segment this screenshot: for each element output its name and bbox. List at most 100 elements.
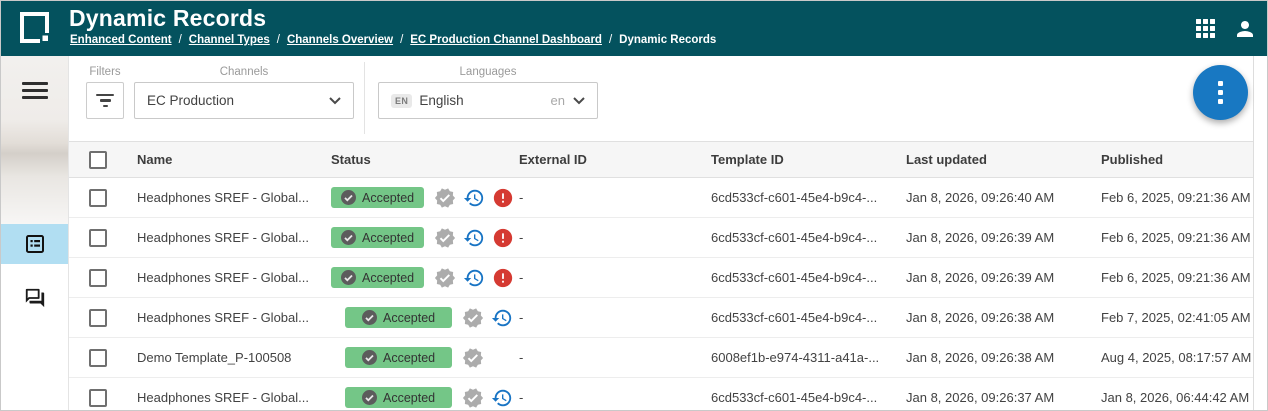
- filter-bar: Filters Channels EC Production Languages…: [69, 56, 1253, 141]
- verified-seal-icon: [434, 227, 456, 249]
- table-row: Headphones SREF - Global... Accepted: [69, 258, 1253, 298]
- status-badge: Accepted: [331, 227, 424, 248]
- filter-button[interactable]: [86, 82, 124, 119]
- user-icon[interactable]: [1233, 17, 1257, 41]
- record-name[interactable]: Headphones SREF - Global...: [137, 230, 331, 245]
- record-name[interactable]: Headphones SREF - Global...: [137, 270, 331, 285]
- verified-seal-icon: [434, 187, 456, 209]
- channels-select[interactable]: EC Production: [134, 82, 354, 119]
- status-badge: Accepted: [345, 387, 452, 408]
- status-cell: Accepted: [331, 187, 519, 209]
- language-value: English: [419, 93, 550, 108]
- chevron-down-icon: [573, 97, 585, 105]
- external-id: -: [519, 310, 711, 325]
- menu-icon[interactable]: [22, 82, 48, 99]
- breadcrumb: Enhanced Content/Channel Types/Channels …: [70, 34, 716, 46]
- check-circle-icon: [362, 350, 377, 365]
- verified-seal-icon: [434, 267, 456, 289]
- check-circle-icon: [341, 230, 356, 245]
- row-checkbox[interactable]: [89, 189, 107, 207]
- record-name[interactable]: Demo Template_P-100508: [137, 350, 331, 365]
- status-icons: [462, 347, 484, 369]
- published: Feb 7, 2025, 02:41:05 AM: [1101, 310, 1253, 325]
- template-id: 6008ef1b-e974-4311-a41a-...: [711, 350, 906, 365]
- external-id: -: [519, 390, 711, 405]
- filter-icon: [96, 94, 114, 108]
- language-badge: EN: [391, 94, 412, 108]
- alert-icon[interactable]: [492, 187, 514, 209]
- record-name[interactable]: Headphones SREF - Global...: [137, 310, 331, 325]
- record-name[interactable]: Headphones SREF - Global...: [137, 390, 331, 405]
- column-header-template-id: Template ID: [711, 152, 906, 167]
- status-icons: [434, 227, 514, 249]
- status-icons: [434, 267, 514, 289]
- row-checkbox[interactable]: [89, 269, 107, 287]
- main-content: Filters Channels EC Production Languages…: [69, 56, 1254, 410]
- sidebar-item-records[interactable]: [1, 224, 68, 264]
- last-updated: Jan 8, 2026, 09:26:39 AM: [906, 230, 1101, 245]
- row-checkbox[interactable]: [89, 229, 107, 247]
- template-id: 6cd533cf-c601-45e4-b9c4-...: [711, 190, 906, 205]
- status-cell: Accepted: [331, 307, 519, 329]
- status-cell: Accepted: [331, 347, 519, 369]
- status-cell: Accepted: [331, 267, 519, 289]
- status-cell: Accepted: [331, 387, 519, 409]
- status-badge: Accepted: [345, 347, 452, 368]
- column-header-published: Published: [1101, 152, 1253, 167]
- verified-seal-icon: [462, 347, 484, 369]
- status-label: Accepted: [383, 351, 435, 365]
- external-id: -: [519, 230, 711, 245]
- row-checkbox[interactable]: [89, 389, 107, 407]
- filter-divider: [364, 62, 365, 134]
- table-row: Headphones SREF - Global... Accepted: [69, 378, 1253, 411]
- column-header-external-id: External ID: [519, 152, 711, 167]
- status-icons: [462, 387, 513, 409]
- history-icon[interactable]: [463, 227, 485, 249]
- template-id: 6cd533cf-c601-45e4-b9c4-...: [711, 230, 906, 245]
- chat-icon: [24, 287, 46, 309]
- status-icons: [434, 187, 514, 209]
- page: Dynamic Records Enhanced Content/Channel…: [0, 0, 1268, 411]
- language-code: en: [551, 93, 565, 108]
- external-id: -: [519, 270, 711, 285]
- breadcrumb-link[interactable]: EC Production Channel Dashboard: [410, 34, 602, 46]
- history-icon[interactable]: [491, 307, 513, 329]
- records-table: Name Status External ID Template ID Last…: [69, 141, 1253, 411]
- published: Feb 6, 2025, 09:21:36 AM: [1101, 190, 1253, 205]
- chevron-down-icon: [329, 97, 341, 105]
- status-cell: Accepted: [331, 227, 519, 249]
- sidebar-item-comments[interactable]: [1, 278, 68, 318]
- apps-grid-icon[interactable]: [1196, 19, 1215, 38]
- alert-icon[interactable]: [492, 267, 514, 289]
- status-label: Accepted: [383, 391, 435, 405]
- breadcrumb-link[interactable]: Channels Overview: [287, 34, 393, 46]
- row-checkbox[interactable]: [89, 349, 107, 367]
- breadcrumb-link[interactable]: Channel Types: [189, 34, 270, 46]
- published: Feb 6, 2025, 09:21:36 AM: [1101, 270, 1253, 285]
- select-all-checkbox[interactable]: [89, 151, 107, 169]
- check-circle-icon: [341, 270, 356, 285]
- channels-value: EC Production: [147, 93, 329, 108]
- status-badge: Accepted: [331, 267, 424, 288]
- published: Jan 8, 2026, 06:44:42 AM: [1101, 390, 1253, 405]
- alert-icon[interactable]: [492, 227, 514, 249]
- check-circle-icon: [341, 190, 356, 205]
- status-badge: Accepted: [331, 187, 424, 208]
- row-checkbox[interactable]: [89, 309, 107, 327]
- actions-fab-button[interactable]: [1193, 65, 1248, 120]
- template-id: 6cd533cf-c601-45e4-b9c4-...: [711, 390, 906, 405]
- languages-select[interactable]: EN English en: [378, 82, 598, 119]
- status-label: Accepted: [362, 271, 414, 285]
- status-label: Accepted: [362, 191, 414, 205]
- table-body: Headphones SREF - Global... Accepted: [69, 178, 1253, 411]
- kebab-menu-icon: [1218, 81, 1223, 104]
- app-header: Dynamic Records Enhanced Content/Channel…: [1, 1, 1267, 56]
- status-label: Accepted: [383, 311, 435, 325]
- history-icon[interactable]: [463, 187, 485, 209]
- history-icon[interactable]: [463, 267, 485, 289]
- record-name[interactable]: Headphones SREF - Global...: [137, 190, 331, 205]
- table-row: Demo Template_P-100508 Accepted: [69, 338, 1253, 378]
- external-id: -: [519, 190, 711, 205]
- history-icon[interactable]: [491, 387, 513, 409]
- breadcrumb-link[interactable]: Enhanced Content: [70, 34, 172, 46]
